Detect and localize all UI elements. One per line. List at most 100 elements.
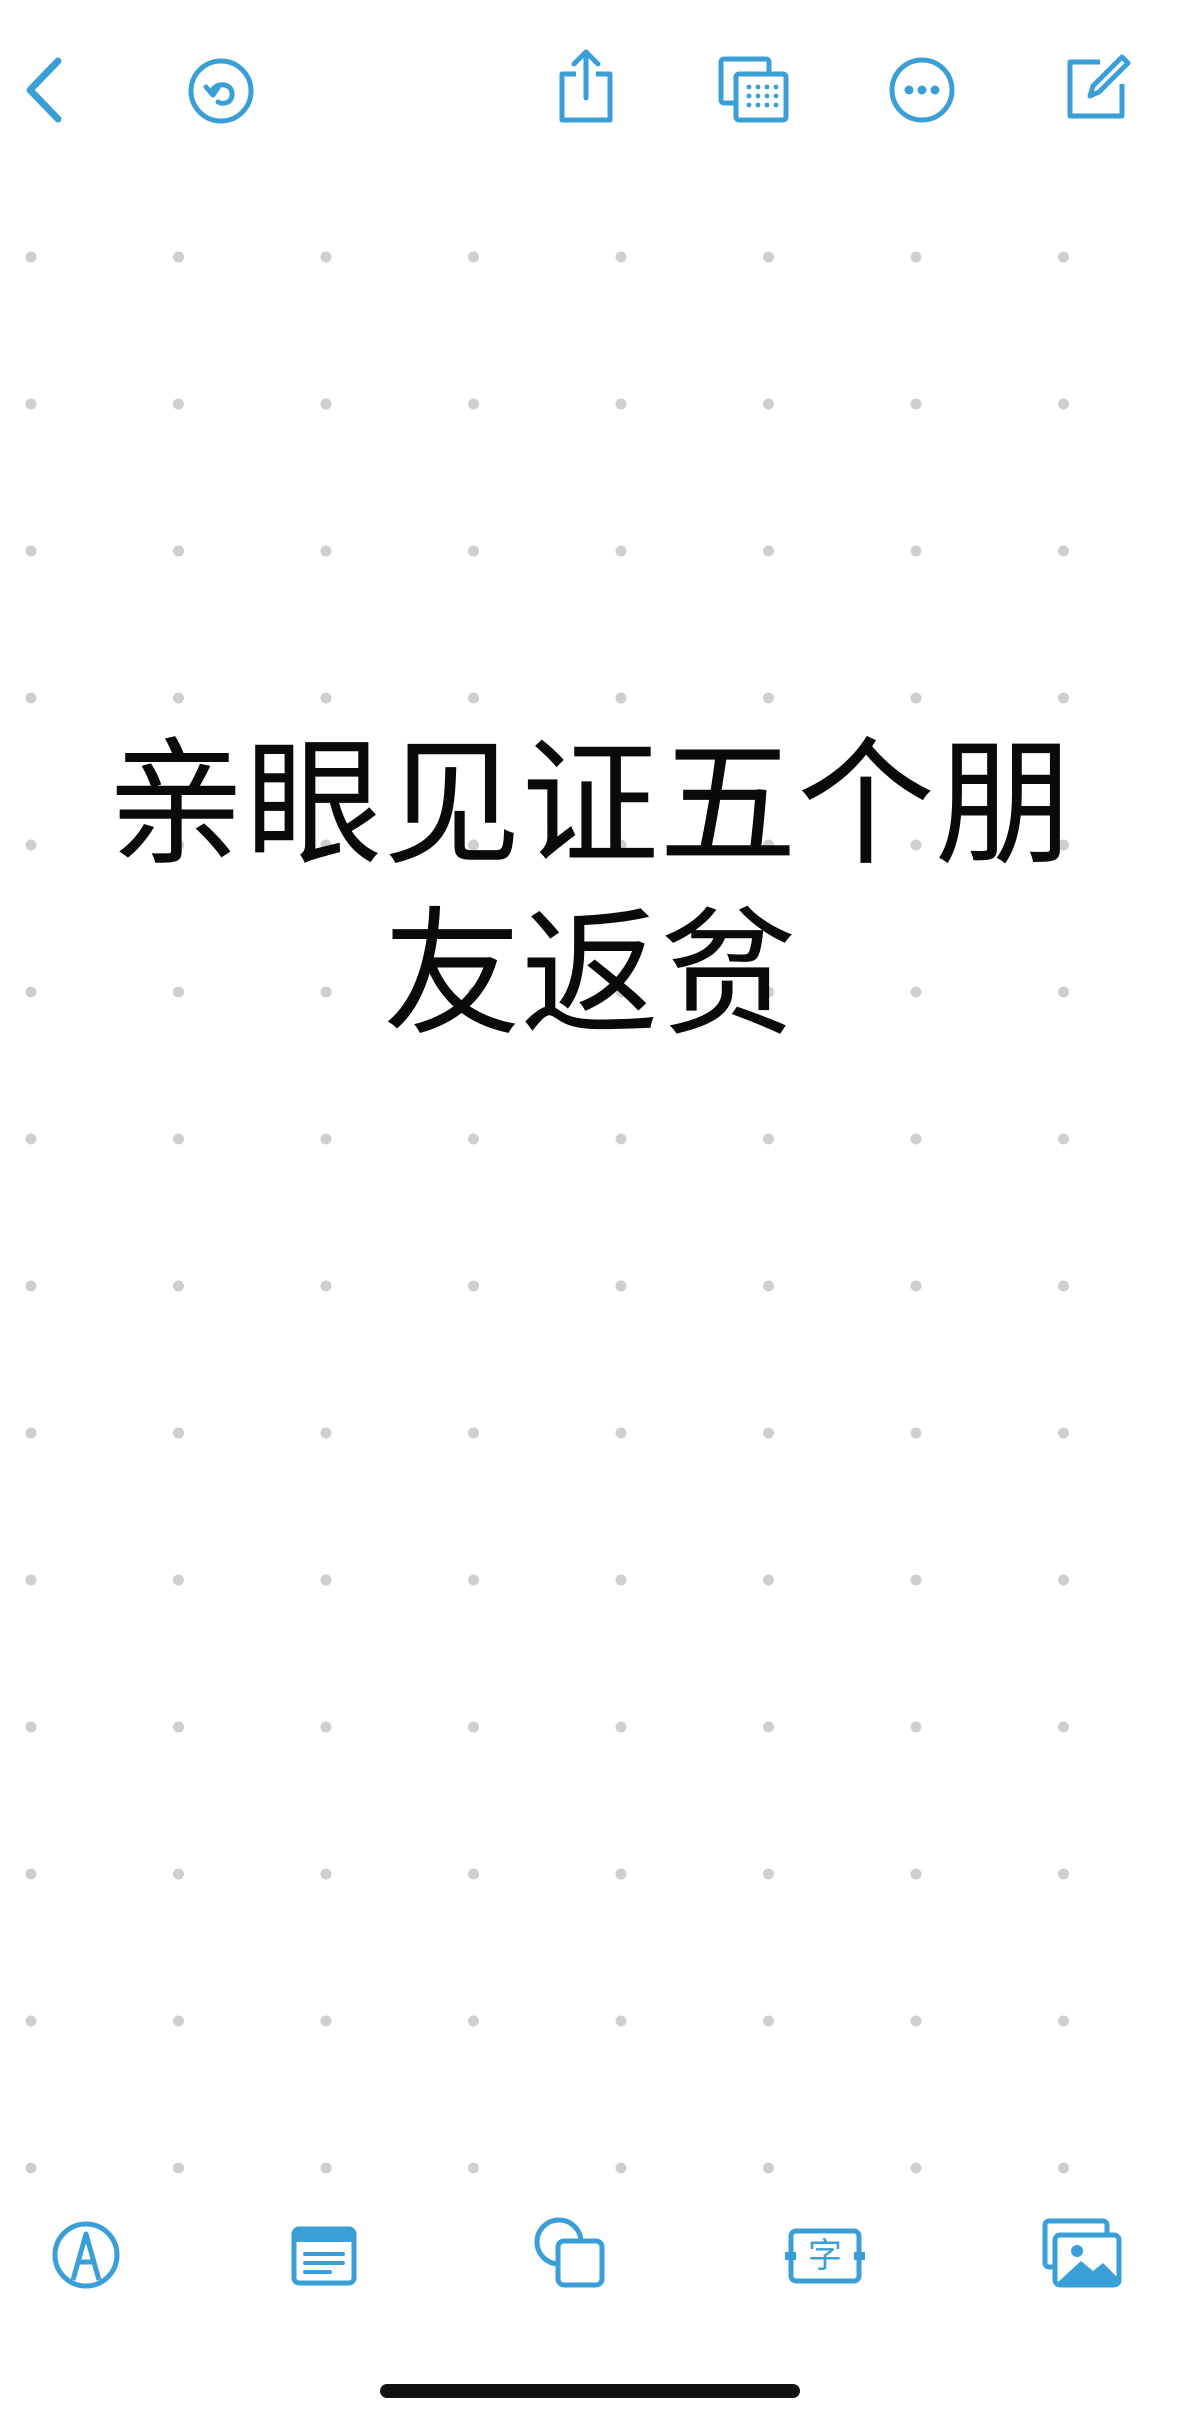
pen-icon [51, 2220, 121, 2290]
grid-dot [25, 986, 37, 998]
shapes-icon [532, 2215, 608, 2291]
grid-dot [615, 251, 627, 263]
more-icon [888, 56, 956, 124]
grid-dot [1058, 692, 1069, 704]
new-board-button[interactable] [1058, 50, 1134, 126]
media-button[interactable] [1040, 2215, 1124, 2291]
grid-dot [468, 545, 479, 557]
grid-dot [763, 1721, 774, 1733]
back-button[interactable] [14, 48, 74, 132]
sticky-note-icon [290, 2225, 358, 2287]
board-view-button[interactable] [714, 52, 794, 128]
grid-dot [910, 1868, 922, 1880]
grid-dot [910, 1427, 922, 1439]
grid-dot [25, 398, 37, 410]
grid-dot [320, 1721, 332, 1733]
grid-dot [910, 1574, 922, 1586]
grid-dot [320, 1133, 332, 1145]
grid-dot [910, 1721, 922, 1733]
grid-dot [1058, 251, 1069, 263]
grid-dot [468, 398, 479, 410]
chevron-left-icon [22, 55, 66, 125]
grid-dot [615, 1721, 627, 1733]
grid-dot [1058, 1868, 1069, 1880]
grid-dot [1058, 1721, 1069, 1733]
grid-dot [1058, 1427, 1069, 1439]
board-view-icon [716, 54, 792, 126]
grid-dot [468, 692, 479, 704]
grid-dot [25, 545, 37, 557]
note-text[interactable]: 亲眼见证五个朋友返贫 [60, 720, 1120, 1060]
grid-dot [468, 2015, 479, 2027]
bottom-toolbar: 字 [0, 2175, 1179, 2350]
grid-dot [763, 2015, 774, 2027]
grid-dot [320, 251, 332, 263]
grid-dot [615, 1280, 627, 1292]
grid-dot [320, 1280, 332, 1292]
text-box-icon: 字 [785, 2225, 865, 2287]
grid-dot [468, 251, 479, 263]
grid-dot [910, 545, 922, 557]
grid-dot [320, 1868, 332, 1880]
grid-dot [173, 1427, 184, 1439]
undo-icon [187, 57, 255, 125]
grid-dot [173, 692, 184, 704]
grid-dot [25, 251, 37, 263]
photo-icon [1041, 2217, 1123, 2289]
grid-dot [468, 2162, 479, 2174]
grid-dot [173, 1133, 184, 1145]
grid-dot [320, 1427, 332, 1439]
grid-dot [173, 1868, 184, 1880]
grid-dot [173, 2162, 184, 2174]
grid-dot [615, 1868, 627, 1880]
grid-dot [615, 2015, 627, 2027]
grid-dot [763, 1574, 774, 1586]
grid-dot [910, 2015, 922, 2027]
pen-tool-button[interactable] [48, 2217, 124, 2293]
grid-dot [25, 839, 37, 851]
grid-dot [615, 1427, 627, 1439]
grid-dot [25, 1868, 37, 1880]
grid-dot [615, 545, 627, 557]
more-button[interactable] [886, 54, 958, 126]
grid-dot [615, 1133, 627, 1145]
grid-dot [910, 692, 922, 704]
dot-grid [25, 251, 1069, 2174]
grid-dot [25, 1133, 37, 1145]
sticky-note-button[interactable] [288, 2223, 360, 2289]
grid-dot [763, 1280, 774, 1292]
grid-dot [173, 1574, 184, 1586]
grid-dot [1058, 1574, 1069, 1586]
grid-dot [320, 398, 332, 410]
grid-dot [173, 398, 184, 410]
freeform-board: 亲眼见证五个朋友返贫 字 [0, 0, 1179, 2418]
grid-dot [763, 1133, 774, 1145]
grid-dot [468, 1133, 479, 1145]
board-canvas[interactable] [0, 205, 1179, 2175]
grid-dot [320, 1574, 332, 1586]
grid-dot [320, 545, 332, 557]
shapes-button[interactable] [530, 2213, 610, 2293]
grid-dot [1058, 2015, 1069, 2027]
grid-dot [468, 1868, 479, 1880]
grid-dot [25, 1721, 37, 1733]
grid-dot [763, 1868, 774, 1880]
grid-dot [173, 251, 184, 263]
grid-dot [763, 251, 774, 263]
text-box-button[interactable]: 字 [784, 2223, 866, 2289]
grid-dot [615, 398, 627, 410]
undo-button[interactable] [183, 53, 259, 129]
grid-dot [615, 2162, 627, 2174]
compose-icon [1060, 52, 1132, 124]
share-button[interactable] [550, 44, 622, 128]
grid-dot [910, 398, 922, 410]
grid-dot [615, 1574, 627, 1586]
grid-dot [1058, 1280, 1069, 1292]
grid-dot [320, 2162, 332, 2174]
grid-dot [468, 1721, 479, 1733]
grid-dot [25, 2162, 37, 2174]
grid-dot [763, 692, 774, 704]
share-icon [554, 46, 618, 126]
grid-dot [25, 2015, 37, 2027]
grid-dot [25, 692, 37, 704]
